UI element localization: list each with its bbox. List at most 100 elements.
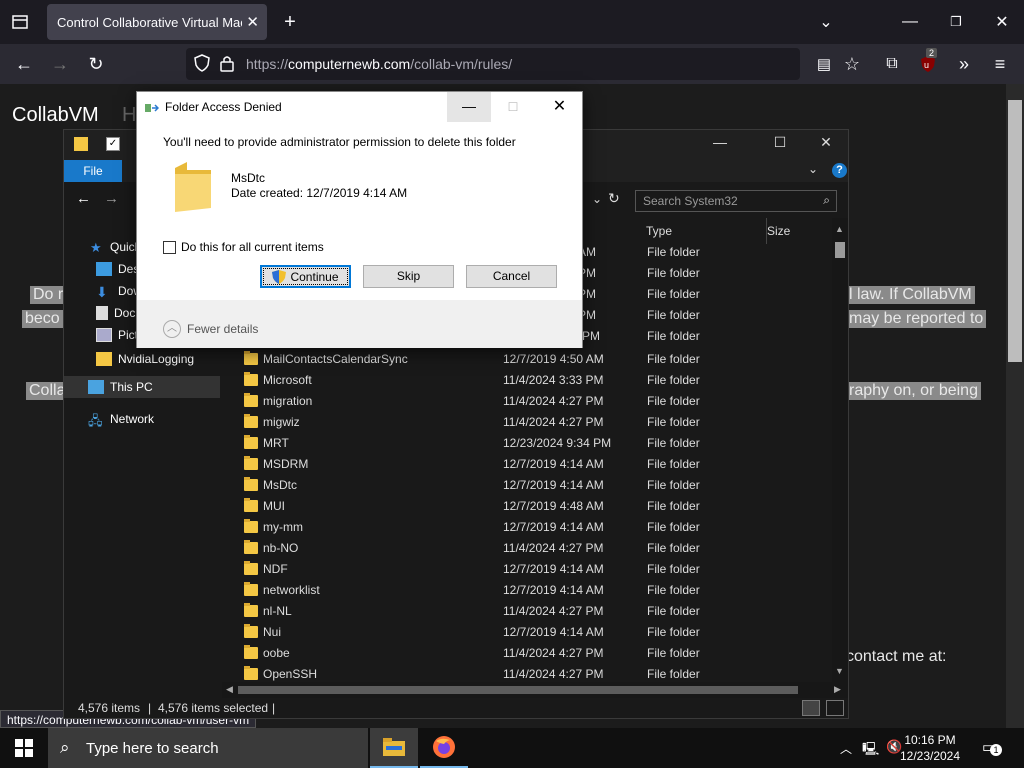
back-icon[interactable]: ← [10,50,38,78]
tab-overview-icon[interactable] [6,8,34,36]
do-this-for-all-checkbox[interactable] [163,241,176,254]
table-row[interactable]: NDF 12/7/2019 4:14 AM File folder [222,559,832,580]
file-type: File folder [647,352,700,366]
folder-icon [244,414,258,428]
table-row[interactable]: networklist 12/7/2019 4:14 AM File folder [222,580,832,601]
site-brand[interactable]: CollabVM [12,104,99,127]
details-view-icon[interactable] [802,700,820,716]
table-row[interactable]: migwiz 11/4/2024 4:27 PM File folder [222,412,832,433]
tab-close-icon[interactable]: ✕ [246,13,259,31]
file-tab[interactable]: File [64,160,122,182]
browser-tab[interactable]: Control Collaborative Virtual Machi ✕ [47,4,267,40]
file-date: 12/7/2019 4:14 AM [503,625,604,639]
close-window-icon[interactable]: ✕ [988,8,1016,36]
restore-icon[interactable]: ❐ [942,8,970,36]
explorer-back-icon[interactable]: ← [76,190,91,207]
scroll-left-icon[interactable]: ◀ [226,684,233,695]
table-row[interactable]: nl-NL 11/4/2024 4:27 PM File folder [222,601,832,622]
file-date: 12/7/2019 4:14 AM [503,478,604,492]
table-row[interactable]: Microsoft 11/4/2024 3:33 PM File folder [222,370,832,391]
network-icon[interactable]: 🖳 [862,740,879,762]
nav-item-network[interactable]: 🖧 Network [64,408,220,430]
show-hidden-icons-icon[interactable]: ︿ [840,740,852,757]
address-dropdown-icon[interactable]: ⌄ [592,192,602,206]
ribbon-expand-icon[interactable]: ⌄ [808,162,818,176]
minimize-icon[interactable]: — [896,8,924,36]
dialog-close-icon[interactable]: ✕ [537,92,582,122]
table-row[interactable]: OpenSSH 11/4/2024 4:27 PM File folder [222,664,832,682]
overflow-chevron-icon[interactable]: » [950,50,978,78]
explorer-minimize-icon[interactable]: — [708,134,732,150]
reader-view-icon[interactable]: ▤ [810,50,838,78]
explorer-maximize-icon[interactable]: ☐ [768,134,792,151]
continue-button[interactable]: Continue [260,265,351,288]
file-date: 12/7/2019 4:48 AM [503,499,604,513]
file-list-scroll-thumb[interactable] [835,242,845,258]
page-scrollbar[interactable] [1006,84,1024,728]
hamburger-menu-icon[interactable]: ≡ [986,50,1014,78]
explorer-forward-icon[interactable]: → [104,190,119,207]
file-list-hscroll-thumb[interactable] [238,686,798,694]
scroll-right-icon[interactable]: ▶ [834,684,841,695]
explorer-search-input[interactable]: Search System32 ⌕ [635,190,837,212]
folder-icon [74,137,88,151]
extensions-icon[interactable]: ⧉ [878,50,906,78]
forward-icon[interactable]: → [46,50,74,78]
dialog-title-bar[interactable]: Folder Access Denied — ☐ ✕ [137,92,582,122]
folder-icon [244,372,258,386]
file-list-hscrollbar[interactable]: ◀ ▶ [222,682,848,698]
column-header-size[interactable]: Size [767,224,790,238]
table-row[interactable]: Nui 12/7/2019 4:14 AM File folder [222,622,832,643]
ublock-icon[interactable]: u 2 [914,48,942,78]
cancel-button[interactable]: Cancel [466,265,557,288]
table-row[interactable]: nb-NO 11/4/2024 4:27 PM File folder [222,538,832,559]
notification-center-icon[interactable]: ▭ 1 [982,738,1002,756]
table-row[interactable]: MUI 12/7/2019 4:48 AM File folder [222,496,832,517]
refresh-icon[interactable]: ↻ [608,190,620,207]
scroll-up-icon[interactable]: ▲ [835,224,844,234]
new-tab-icon[interactable]: + [276,8,304,36]
file-type: File folder [647,499,700,513]
nav-item-this-pc[interactable]: This PC [64,376,220,398]
fewer-details-toggle[interactable]: ︿ Fewer details [163,320,258,338]
explorer-close-icon[interactable]: ✕ [814,134,838,151]
taskbar-clock[interactable]: 10:16 PM 12/23/2024 [892,732,968,764]
column-header-type[interactable]: Type [646,224,672,238]
table-row[interactable]: MsDtc 12/7/2019 4:14 AM File folder [222,475,832,496]
nav-item-nvidialogging[interactable]: NvidiaLogging [64,348,220,370]
url-bar[interactable]: https://computernewb.com/collab-vm/rules… [186,48,800,80]
taskbar-search-box[interactable]: ⌕ Type here to search [48,728,368,768]
skip-button[interactable]: Skip [363,265,454,288]
file-type: File folder [647,266,700,280]
dialog-minimize-icon[interactable]: — [447,92,491,122]
properties-icon[interactable]: ✓ [106,137,120,151]
nav-item-label: Network [110,412,155,426]
table-row[interactable]: MailContactsCalendarSync 12/7/2019 4:50 A… [222,349,832,370]
tab-list-chevron-icon[interactable]: ⌄ [812,8,840,36]
checkbox-label[interactable]: Do this for all current items [181,240,324,254]
file-type: File folder [647,478,700,492]
reload-icon[interactable]: ↻ [82,50,110,78]
file-type: File folder [647,415,700,429]
shield-icon[interactable] [194,54,210,75]
table-row[interactable]: MSDRM 12/7/2019 4:14 AM File folder [222,454,832,475]
taskbar-firefox[interactable] [420,728,468,768]
table-row[interactable]: migration 11/4/2024 4:27 PM File folder [222,391,832,412]
large-icons-view-icon[interactable] [826,700,844,716]
help-icon[interactable]: ? [832,163,847,178]
table-row[interactable]: my-mm 12/7/2019 4:14 AM File folder [222,517,832,538]
lock-icon[interactable] [220,54,234,75]
file-name: MUI [263,499,285,513]
scroll-down-icon[interactable]: ▼ [835,666,844,676]
page-scroll-thumb[interactable] [1008,100,1022,362]
nav-link-partial[interactable]: H [122,104,136,127]
table-row[interactable]: oobe 11/4/2024 4:27 PM File folder [222,643,832,664]
file-type: File folder [647,373,700,387]
table-row[interactable]: MRT 12/23/2024 9:34 PM File folder [222,433,832,454]
file-move-icon [145,101,160,113]
start-button[interactable] [0,728,48,768]
dialog-maximize-icon[interactable]: ☐ [491,92,535,122]
file-list-scrollbar[interactable]: ▲ ▼ [832,218,848,682]
bookmark-star-icon[interactable]: ☆ [838,50,866,78]
taskbar-file-explorer[interactable] [370,728,418,768]
